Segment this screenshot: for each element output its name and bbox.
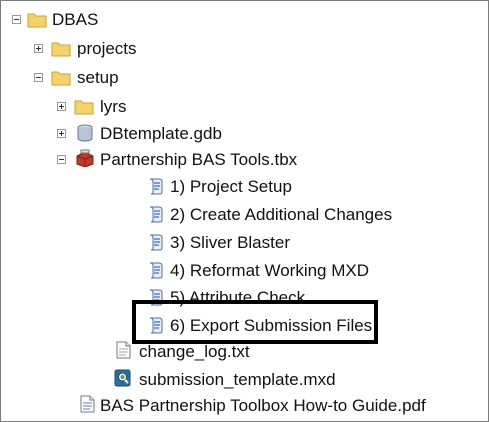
node-label: Partnership BAS Tools.tbx — [100, 150, 298, 169]
tree-node-howto-guide[interactable]: BAS Partnership Toolbox How-to Guide.pdf — [1, 393, 481, 419]
map-document-icon — [114, 369, 131, 387]
node-label: BAS Partnership Toolbox How-to Guide.pdf — [100, 396, 426, 415]
script-tool-icon — [149, 234, 163, 251]
tree-node-setup[interactable]: setup — [1, 65, 481, 91]
tool-label: 1) Project Setup — [170, 177, 292, 196]
tool-label: 4) Reformat Working MXD — [170, 261, 370, 280]
tool-create-additional-changes[interactable]: 2) Create Additional Changes — [1, 202, 481, 228]
node-label: change_log.txt — [139, 342, 250, 361]
folder-icon — [51, 71, 71, 86]
toolbox-icon — [76, 149, 94, 167]
tool-project-setup[interactable]: 1) Project Setup — [1, 174, 481, 200]
database-icon — [77, 124, 93, 142]
folder-icon — [74, 100, 94, 115]
node-label: DBtemplate.gdb — [100, 124, 222, 143]
collapse-toggle[interactable] — [34, 73, 43, 82]
text-file-icon — [116, 341, 131, 359]
tree-node-projects[interactable]: projects — [1, 36, 481, 62]
script-tool-icon — [149, 178, 163, 195]
pdf-file-icon — [80, 395, 95, 413]
collapse-toggle[interactable] — [57, 155, 66, 164]
node-label: submission_template.mxd — [139, 370, 336, 389]
catalog-tree-panel: DBAS projects setup lyrs DBtemplate.gdb — [0, 0, 489, 422]
tree-node-dbtemplate-gdb[interactable]: DBtemplate.gdb — [1, 121, 481, 147]
node-label: lyrs — [100, 97, 127, 116]
tree-node-submission-template[interactable]: submission_template.mxd — [1, 367, 481, 393]
node-label: DBAS — [52, 10, 99, 29]
tree-node-lyrs[interactable]: lyrs — [1, 94, 481, 120]
tool-label: 3) Sliver Blaster — [170, 233, 290, 252]
script-tool-icon — [149, 206, 163, 223]
expand-toggle[interactable] — [57, 129, 66, 138]
tool-reformat-working-mxd[interactable]: 4) Reformat Working MXD — [1, 258, 481, 284]
expand-toggle[interactable] — [57, 102, 66, 111]
folder-icon — [51, 42, 71, 57]
expand-toggle[interactable] — [34, 44, 43, 53]
script-tool-icon — [149, 262, 163, 279]
tool-sliver-blaster[interactable]: 3) Sliver Blaster — [1, 230, 481, 256]
folder-icon — [27, 13, 47, 28]
tree-node-toolbox[interactable]: Partnership BAS Tools.tbx — [1, 147, 481, 173]
highlight-box — [132, 300, 378, 344]
node-label: setup — [77, 68, 119, 87]
tool-label: 2) Create Additional Changes — [170, 205, 393, 224]
node-label: projects — [77, 39, 137, 58]
tree-node-dbas[interactable]: DBAS — [1, 7, 481, 33]
collapse-toggle[interactable] — [12, 15, 21, 24]
